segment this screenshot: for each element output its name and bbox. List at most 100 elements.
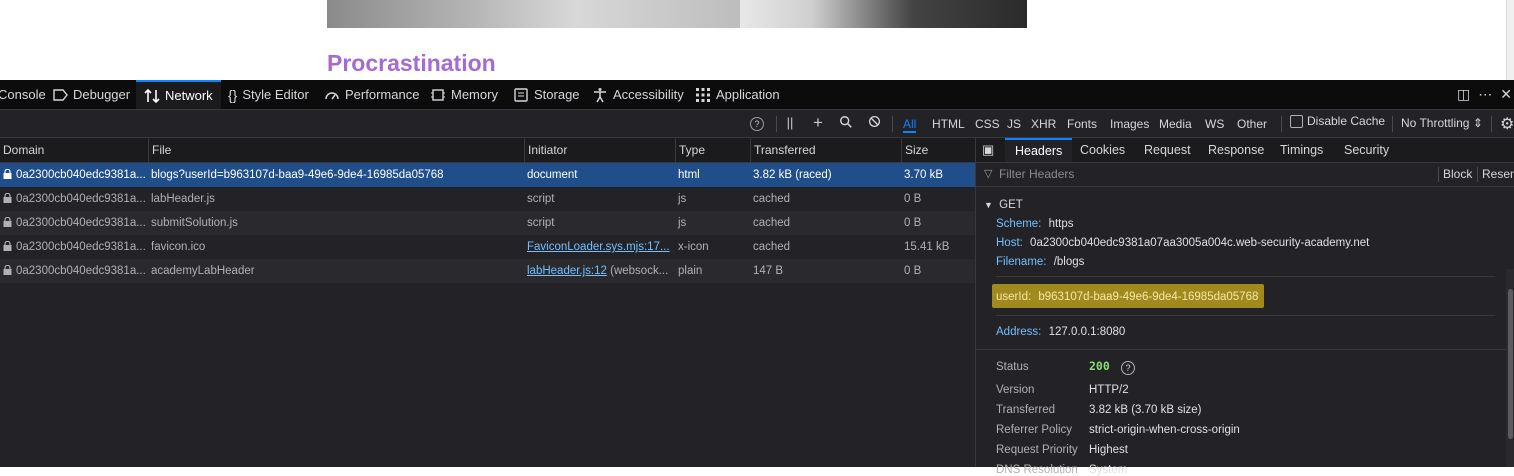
- memory-icon: [431, 88, 445, 101]
- details-tabs: ▣ Headers Cookies Request Response Timin…: [976, 138, 1514, 163]
- blog-post-title[interactable]: Procrastination: [327, 50, 496, 77]
- gear-icon[interactable]: ⚙: [1500, 114, 1514, 134]
- cell-domain: 0a2300cb040edc9381a...: [0, 163, 148, 187]
- tab-label: Storage: [534, 87, 580, 102]
- col-initiator[interactable]: Initiator: [524, 138, 675, 162]
- cell-domain: 0a2300cb040edc9381a...: [0, 211, 148, 235]
- type-text: plain: [678, 265, 703, 277]
- size-text: 0 B: [904, 193, 922, 205]
- table-row[interactable]: 0a2300cb040edc9381a... blogs?userId=b9631…: [0, 163, 975, 187]
- version-label: Version: [996, 384, 1035, 396]
- request-details-panel: ▣ Headers Cookies Request Response Timin…: [975, 138, 1514, 476]
- help-icon[interactable]: ?: [750, 117, 764, 131]
- status-help-icon[interactable]: ?: [1120, 361, 1135, 375]
- file-text: favicon.ico: [151, 241, 206, 253]
- cell-initiator: script: [524, 211, 675, 235]
- transferred-text: cached: [753, 193, 791, 205]
- file-text: submitSolution.js: [151, 217, 238, 229]
- devtools-panel: Console Debugger Network {} Style Editor…: [0, 80, 1514, 476]
- table-row[interactable]: 0a2300cb040edc9381a... favicon.ico Favicon…: [0, 235, 975, 259]
- tab-label: Memory: [451, 87, 498, 102]
- filter-images[interactable]: Images: [1110, 115, 1149, 133]
- tab-network[interactable]: Network: [136, 80, 221, 109]
- tab-security[interactable]: Security: [1344, 138, 1389, 162]
- initiator-text[interactable]: labHeader.js:12: [527, 265, 607, 277]
- cell-initiator: labHeader.js:12 (websock...: [524, 259, 675, 283]
- close-icon[interactable]: ✕: [1500, 86, 1512, 103]
- scheme-value: https: [1048, 218, 1074, 230]
- table-row[interactable]: 0a2300cb040edc9381a... academyLabHeader la…: [0, 259, 975, 283]
- transferred-text: cached: [753, 217, 791, 229]
- search-icon[interactable]: [838, 115, 854, 131]
- param-label: userId:: [996, 291, 1032, 303]
- cell-type: x-icon: [675, 235, 750, 259]
- cell-size: 0 B: [901, 259, 975, 283]
- col-size[interactable]: Size: [901, 138, 975, 162]
- version-value: HTTP/2: [1089, 384, 1129, 396]
- lock-icon: [3, 169, 12, 179]
- more-options-icon[interactable]: ⋯: [1478, 86, 1492, 103]
- file-text: labHeader.js: [151, 193, 215, 205]
- clear-icon[interactable]: [866, 115, 882, 131]
- filter-headers-input[interactable]: Filter Headers: [999, 167, 1074, 181]
- query-param-row[interactable]: userId: b963107d-baa9-49e6-9de4-16985da0…: [996, 291, 1258, 303]
- cell-transferred: 3.82 kB (raced): [750, 163, 901, 187]
- filter-other[interactable]: Other: [1237, 115, 1267, 133]
- tab-style-editor[interactable]: {} Style Editor: [228, 80, 309, 109]
- tab-performance[interactable]: Performance: [324, 80, 419, 109]
- tab-console[interactable]: Console: [0, 80, 46, 109]
- tab-accessibility[interactable]: Accessibility: [592, 80, 684, 109]
- tab-timings[interactable]: Timings: [1280, 138, 1323, 162]
- page-scrollbar[interactable]: [1506, 0, 1514, 80]
- tab-cookies[interactable]: Cookies: [1080, 138, 1125, 162]
- table-row[interactable]: 0a2300cb040edc9381a... submitSolution.js s…: [0, 211, 975, 235]
- cell-transferred: cached: [750, 187, 901, 211]
- tab-label: Performance: [345, 87, 420, 102]
- col-file[interactable]: File: [148, 138, 524, 162]
- col-transferred[interactable]: Transferred: [750, 138, 901, 162]
- domain-text: 0a2300cb040edc9381a...: [16, 193, 146, 205]
- request-method-section[interactable]: ▼ GET: [984, 199, 1023, 211]
- dock-side-icon[interactable]: ◫: [1457, 86, 1470, 103]
- toggle-sidebar-icon[interactable]: ▣: [982, 138, 994, 162]
- status-code: 200: [1089, 359, 1110, 373]
- tab-application[interactable]: Application: [695, 80, 780, 109]
- filter-all[interactable]: All: [903, 115, 917, 133]
- filter-xhr[interactable]: XHR: [1031, 115, 1056, 133]
- request-method: GET: [999, 199, 1023, 211]
- add-request-icon[interactable]: +: [810, 114, 826, 131]
- col-domain[interactable]: Domain: [0, 138, 148, 162]
- cell-domain: 0a2300cb040edc9381a...: [0, 187, 148, 211]
- cell-type: html: [675, 163, 750, 187]
- tab-request[interactable]: Request: [1144, 138, 1191, 162]
- scheme-label: Scheme:: [996, 218, 1042, 230]
- file-text: academyLabHeader: [151, 265, 255, 277]
- tab-memory[interactable]: Memory: [430, 80, 498, 109]
- initiator-text[interactable]: FaviconLoader.sys.mjs:17...: [527, 241, 670, 253]
- filter-html[interactable]: HTML: [932, 115, 965, 133]
- filter-ws[interactable]: WS: [1205, 115, 1224, 133]
- col-type[interactable]: Type: [675, 138, 750, 162]
- table-row[interactable]: 0a2300cb040edc9381a... labHeader.js script…: [0, 187, 975, 211]
- resend-button[interactable]: Resend: [1482, 167, 1514, 181]
- filter-fonts[interactable]: Fonts: [1067, 115, 1097, 133]
- tab-headers[interactable]: Headers: [1005, 138, 1073, 162]
- host-value: 0a2300cb040edc9381a07aa3005a004c.web-sec…: [1030, 237, 1370, 249]
- tab-label: Style Editor: [242, 87, 309, 102]
- details-scrollbar[interactable]: [1506, 269, 1514, 467]
- filter-js[interactable]: JS: [1007, 115, 1021, 133]
- disable-cache-checkbox[interactable]: [1290, 114, 1303, 128]
- block-button[interactable]: Block: [1443, 167, 1472, 181]
- disable-cache-toggle[interactable]: Disable Cache: [1290, 114, 1385, 128]
- tab-debugger[interactable]: Debugger: [52, 80, 130, 109]
- headers-content: ▼ GET Scheme: https Host: 0a2300cb040edc…: [976, 187, 1506, 476]
- tab-response[interactable]: Response: [1208, 138, 1264, 162]
- size-text: 0 B: [904, 217, 922, 229]
- size-text: 3.70 kB: [904, 169, 943, 181]
- pause-icon[interactable]: ||: [782, 115, 798, 131]
- filter-media[interactable]: Media: [1159, 115, 1192, 133]
- tab-storage[interactable]: Storage: [513, 80, 580, 109]
- throttling-select[interactable]: No Throttling ⇕: [1401, 116, 1483, 130]
- filter-css[interactable]: CSS: [975, 115, 1000, 133]
- cell-type: js: [675, 187, 750, 211]
